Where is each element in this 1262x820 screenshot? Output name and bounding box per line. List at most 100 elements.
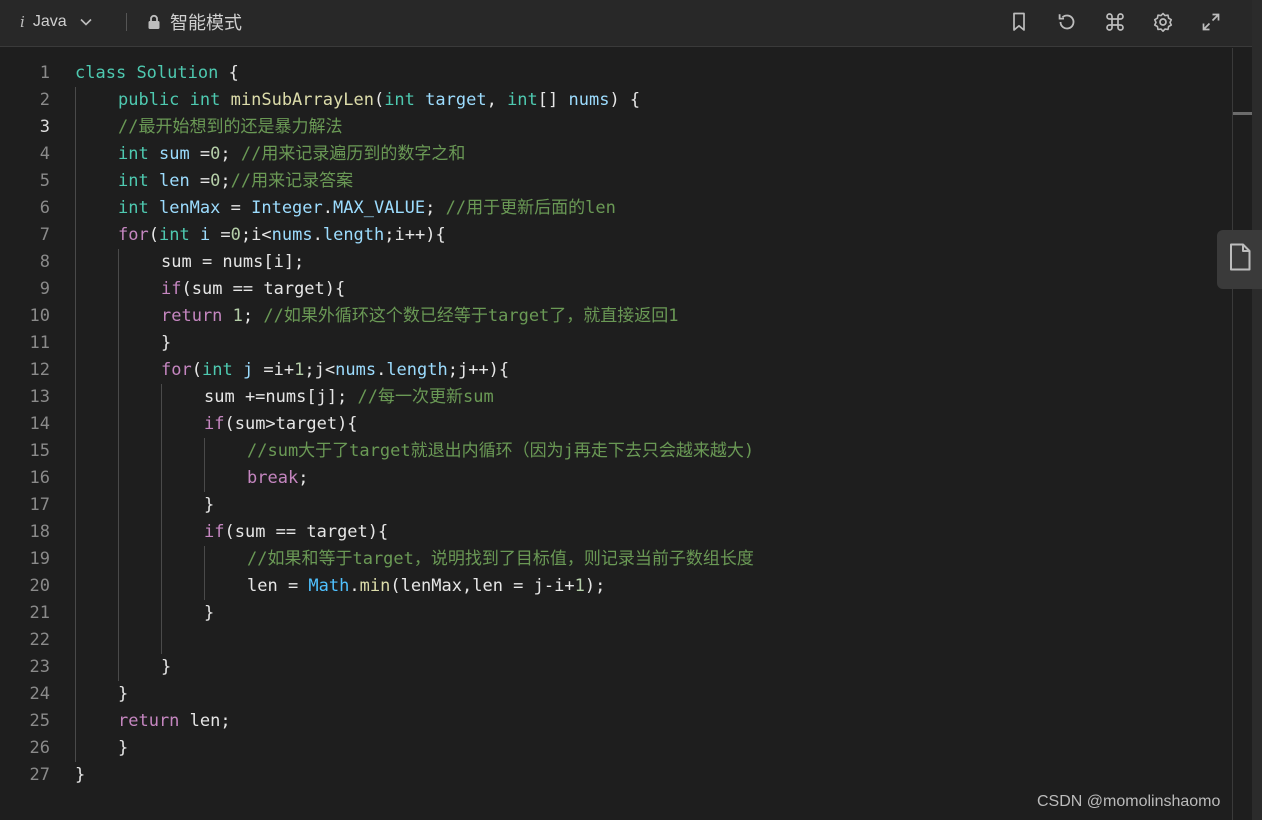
code-token: } xyxy=(118,738,129,758)
code-line[interactable]: 14 if(sum>target){ xyxy=(0,411,1232,438)
code-line[interactable]: 2 public int minSubArrayLen(int target, i… xyxy=(0,87,1232,114)
code-token: for xyxy=(118,225,149,245)
code-token: } xyxy=(161,657,172,677)
code-line[interactable]: 23} xyxy=(0,654,1232,681)
reset-icon[interactable] xyxy=(1054,9,1080,35)
code-token: = xyxy=(220,198,252,218)
line-number: 26 xyxy=(29,738,50,758)
vertical-scrollbar[interactable] xyxy=(1252,0,1262,820)
line-number: 13 xyxy=(29,387,50,407)
code-line[interactable]: 20 len = Math.min(lenMax,len = j-i+1); xyxy=(0,573,1232,600)
code-editor[interactable]: 1 class Solution {2 public int minSubArray… xyxy=(0,48,1232,820)
fullscreen-icon[interactable] xyxy=(1198,9,1224,35)
code-line[interactable]: 17} xyxy=(0,492,1232,519)
code-token: (sum == target){ xyxy=(181,279,346,299)
code-line[interactable]: 6 int lenMax = Integer.MAX_VALUE; //用于更新后… xyxy=(0,195,1232,222)
code-token: sum = nums[i]; xyxy=(161,252,305,272)
code-token: int xyxy=(201,360,233,380)
code-token: j xyxy=(242,360,254,380)
code-line[interactable]: 21} xyxy=(0,600,1232,627)
code-token: ; xyxy=(298,468,309,488)
code-line[interactable]: 1 class Solution { xyxy=(0,60,1232,87)
code-line[interactable]: 16 break; xyxy=(0,465,1232,492)
code-token: (sum>target){ xyxy=(224,414,358,434)
code-text: int len =0;//用来记录答案 xyxy=(118,168,353,195)
code-token: return xyxy=(118,711,180,731)
code-line[interactable]: 5 int len =0;//用来记录答案 xyxy=(0,168,1232,195)
code-text: return 1; //如果外循环这个数已经等于target了，就直接返回1 xyxy=(161,303,679,330)
code-line[interactable]: 10 return 1; //如果外循环这个数已经等于target了，就直接返回1 xyxy=(0,303,1232,330)
file-icon xyxy=(1228,242,1252,277)
code-line[interactable]: 12 for(int j =i+1;j<nums.length;j++){ xyxy=(0,357,1232,384)
code-text: if(sum>target){ xyxy=(204,411,358,438)
code-token: (lenMax,len = j-i+ xyxy=(390,576,575,596)
indent-guide xyxy=(204,546,205,600)
indent-guide xyxy=(118,249,119,681)
code-text: return len; xyxy=(118,708,231,735)
code-line[interactable]: 8 sum = nums[i]; xyxy=(0,249,1232,276)
code-text: if(sum == target){ xyxy=(161,276,345,303)
code-text: } xyxy=(75,762,85,789)
lock-icon xyxy=(147,14,161,30)
code-token: class xyxy=(75,63,127,83)
code-line[interactable]: 15 //sum大于了target就退出内循环（因为j再走下去只会越来越大) xyxy=(0,438,1232,465)
code-line[interactable]: 13 sum +=nums[j]; //每一次更新sum xyxy=(0,384,1232,411)
code-line[interactable]: 18 if(sum == target){ xyxy=(0,519,1232,546)
code-text: len = Math.min(lenMax,len = j-i+1); xyxy=(247,573,605,600)
code-line[interactable]: 11} xyxy=(0,330,1232,357)
code-token: ( xyxy=(148,225,159,245)
language-selector[interactable]: i Java xyxy=(20,0,93,44)
code-token: } xyxy=(204,495,215,515)
code-token: int xyxy=(507,90,538,110)
code-line[interactable]: 24} xyxy=(0,681,1232,708)
code-token: min xyxy=(359,576,391,596)
line-number: 14 xyxy=(29,414,50,434)
code-token: target xyxy=(425,90,487,110)
line-number: 7 xyxy=(39,225,50,245)
code-token: sum xyxy=(158,144,190,164)
mode-label: 智能模式 xyxy=(170,13,242,33)
code-token: //如果外循环这个数已经等于target了，就直接返回1 xyxy=(263,306,679,326)
command-icon[interactable] xyxy=(1102,9,1128,35)
code-token: //每一次更新sum xyxy=(357,387,494,407)
code-line[interactable]: 9 if(sum == target){ xyxy=(0,276,1232,303)
code-line[interactable]: 27} xyxy=(0,762,1232,789)
code-line[interactable]: 22 xyxy=(0,627,1232,654)
line-number: 24 xyxy=(29,684,50,704)
code-line[interactable]: 4 int sum =0; //用来记录遍历到的数字之和 xyxy=(0,141,1232,168)
code-line[interactable]: 3 //最开始想到的还是暴力解法 xyxy=(0,114,1232,141)
code-token: 0 xyxy=(230,225,241,245)
code-text: //sum大于了target就退出内循环（因为j再走下去只会越来越大) xyxy=(247,438,754,465)
line-number: 12 xyxy=(29,360,50,380)
code-token: 1 xyxy=(574,576,585,596)
settings-icon[interactable] xyxy=(1150,9,1176,35)
code-text: } xyxy=(161,330,171,357)
code-token: nums xyxy=(335,360,377,380)
bookmark-icon[interactable] xyxy=(1006,9,1032,35)
code-token: . xyxy=(312,225,323,245)
code-text: break; xyxy=(247,465,308,492)
code-line[interactable]: 25 return len; xyxy=(0,708,1232,735)
code-token: len = xyxy=(247,576,309,596)
info-icon: i xyxy=(20,13,25,31)
code-line[interactable]: 19 //如果和等于target，说明找到了目标值，则记录当前子数组长度 xyxy=(0,546,1232,573)
code-line[interactable]: 7 for(int i =0;i<nums.length;i++){ xyxy=(0,222,1232,249)
smart-mode-toggle[interactable]: 智能模式 xyxy=(147,0,242,44)
line-number: 17 xyxy=(29,495,50,515)
code-token: nums xyxy=(271,225,313,245)
code-line[interactable]: 26} xyxy=(0,735,1232,762)
code-text: if(sum == target){ xyxy=(204,519,388,546)
code-text: //最开始想到的还是暴力解法 xyxy=(118,114,342,141)
code-token: 1 xyxy=(232,306,243,326)
code-token: int xyxy=(118,171,149,191)
minimap-divider xyxy=(1232,48,1233,820)
scrollbar-thumb[interactable] xyxy=(1233,112,1253,115)
code-text: sum +=nums[j]; //每一次更新sum xyxy=(204,384,494,411)
code-token: } xyxy=(75,765,86,785)
code-token: ; xyxy=(425,198,446,218)
side-panel-button[interactable] xyxy=(1217,230,1262,289)
line-number: 1 xyxy=(39,63,50,83)
code-token: if xyxy=(204,414,225,434)
line-number: 27 xyxy=(29,765,50,785)
